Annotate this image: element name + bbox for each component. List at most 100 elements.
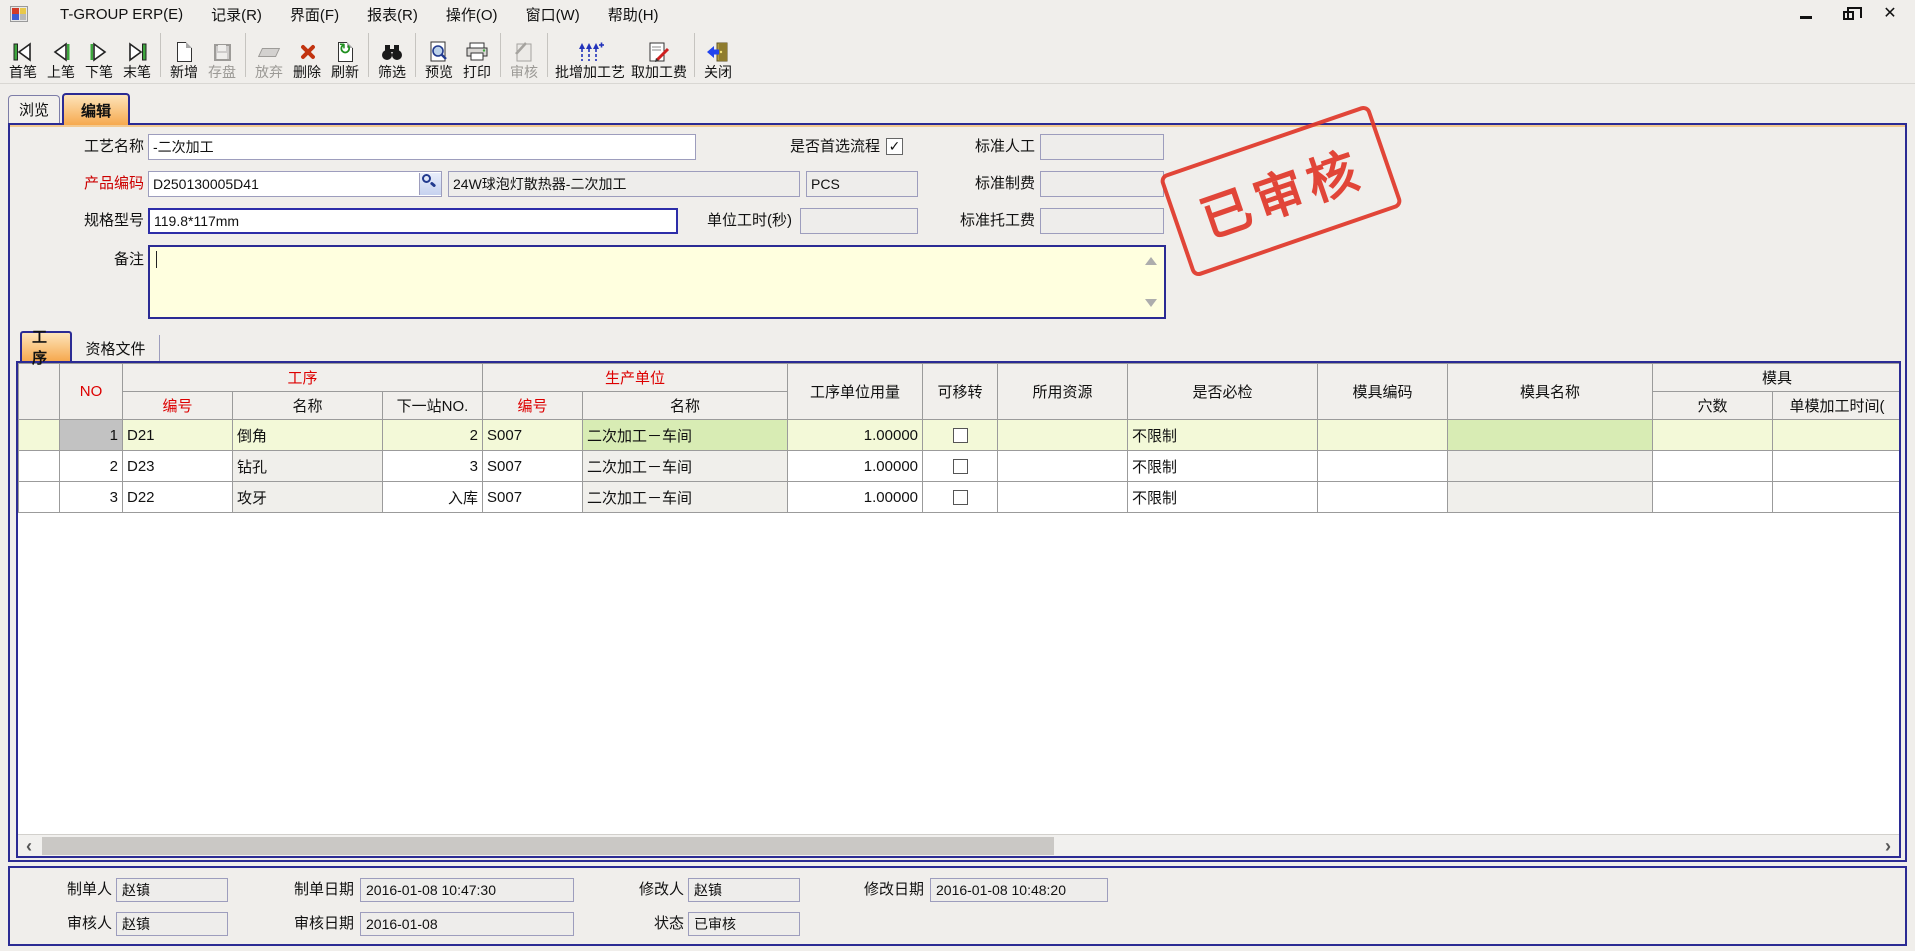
std-outsource-fee-label: 标准托工费 [928,208,1035,234]
horizontal-scrollbar[interactable]: ‹ › [18,834,1899,856]
audit-info-panel: 制单人 赵镇 制单日期 2016-01-08 10:47:30 修改人 赵镇 修… [8,866,1907,946]
audited-stamp: 已审核 [1158,104,1403,278]
toolbar-separator [245,33,246,77]
toolbar-close-button[interactable]: 关闭 [699,30,737,82]
spec-model-label: 规格型号 [50,208,144,234]
col-unit-name-header[interactable]: 名称 [583,392,788,420]
menu-bar: T-GROUP ERP(E) 记录(R) 界面(F) 报表(R) 操作(O) 窗… [0,0,1915,28]
delete-x-icon [298,40,316,64]
table-row[interactable]: 3 D22 攻牙 入库 S007 二次加工－车间 1.00000 不限制 [19,482,1902,513]
product-code-label: 产品编码 [50,171,144,197]
product-lookup-button[interactable] [419,173,441,195]
toolbar-next-button[interactable]: 下笔 [80,30,118,82]
toolbar-get-fee-button[interactable]: 取加工费 [628,30,690,82]
col-mold-time-header[interactable]: 单模加工时间( [1773,392,1901,420]
toolbar-audit-button[interactable]: 审核 [505,30,543,82]
col-code-header[interactable]: 编号 [123,392,233,420]
unit-field: PCS [806,171,918,197]
exit-door-icon [705,40,731,64]
toolbar-discard-button[interactable]: 放弃 [250,30,288,82]
menu-operation[interactable]: 操作(O) [432,1,512,28]
tab-process-steps[interactable]: 工序 [20,331,72,361]
tab-browse[interactable]: 浏览 [8,95,60,123]
refresh-icon: ↻ [338,40,353,64]
movable-checkbox[interactable] [953,459,968,474]
nav-first-icon [10,40,36,64]
col-next-header[interactable]: 下一站NO. [383,392,483,420]
col-cavity-header[interactable]: 穴数 [1653,392,1773,420]
col-must-check-header[interactable]: 是否必检 [1128,364,1318,420]
toolbar: 首笔 上笔 下笔 末笔 新增 存盘 放弃 删除 ↻ 刷新 筛选 预览 [0,28,1915,84]
tab-edit[interactable]: 编辑 [62,93,130,125]
toolbar-batch-add-process-button[interactable]: 批增加工艺 [552,30,628,82]
group-prod-unit-header: 生产单位 [483,364,788,392]
toolbar-separator [547,33,548,77]
col-usage-header[interactable]: 工序单位用量 [788,364,923,420]
toolbar-save-button[interactable]: 存盘 [203,30,241,82]
detail-tab-strip: 工序 资格文件 [10,328,1905,361]
binoculars-icon [379,40,405,64]
remark-textarea[interactable] [148,245,1166,319]
toolbar-prev-button[interactable]: 上笔 [42,30,80,82]
toolbar-delete-button[interactable]: 删除 [288,30,326,82]
toolbar-filter-button[interactable]: 筛选 [373,30,411,82]
process-grid-panel: NO 工序 生产单位 工序单位用量 可移转 所用资源 是否必检 模具编码 模具名… [16,361,1901,858]
preferred-flow-checkbox[interactable] [886,138,903,155]
group-mold-header: 模具 [1653,364,1901,392]
tab-qualification-files[interactable]: 资格文件 [72,335,160,361]
std-mfg-fee-label: 标准制费 [953,171,1035,197]
preview-icon [427,40,451,64]
row-selector-header [19,364,60,420]
audit-pen-icon [512,40,536,64]
menu-window[interactable]: 窗口(W) [512,1,594,28]
window-controls: ✕ [1795,2,1901,24]
menu-interface[interactable]: 界面(F) [276,1,353,28]
col-name-header[interactable]: 名称 [233,392,383,420]
remark-label: 备注 [98,247,144,273]
scrollbar-thumb[interactable] [42,837,1054,855]
scroll-left-icon[interactable]: ‹ [18,835,40,857]
table-row[interactable]: 2 D23 钻孔 3 S007 二次加工－车间 1.00000 不限制 [19,451,1902,482]
process-grid: NO 工序 生产单位 工序单位用量 可移转 所用资源 是否必检 模具编码 模具名… [18,363,1901,513]
toolbar-refresh-button[interactable]: ↻ 刷新 [326,30,364,82]
menu-record[interactable]: 记录(R) [197,1,276,28]
col-mold-code-header[interactable]: 模具编码 [1318,364,1448,420]
auditor-field: 赵镇 [116,912,228,936]
std-labor-field [1040,134,1164,160]
modifier-label: 修改人 [618,878,684,902]
col-no-header[interactable]: NO [60,364,123,420]
create-date-field: 2016-01-08 10:47:30 [360,878,574,902]
minimize-icon[interactable] [1795,4,1817,22]
restore-icon[interactable] [1837,4,1859,22]
menu-app[interactable]: T-GROUP ERP(E) [46,3,197,26]
std-outsource-fee-field [1040,208,1164,234]
toolbar-preview-button[interactable]: 预览 [420,30,458,82]
std-labor-label: 标准人工 [953,134,1035,160]
scroll-up-icon[interactable] [1145,257,1157,265]
scroll-right-icon[interactable]: › [1877,835,1899,857]
movable-checkbox[interactable] [953,490,968,505]
product-code-input[interactable] [148,171,442,197]
process-name-input[interactable] [148,134,696,160]
toolbar-last-button[interactable]: 末笔 [118,30,156,82]
printer-icon [464,40,490,64]
scroll-down-icon[interactable] [1145,299,1157,307]
table-row[interactable]: 1 D21 倒角 2 S007 二次加工－车间 1.00000 不限制 [19,420,1902,451]
col-mold-name-header[interactable]: 模具名称 [1448,364,1653,420]
toolbar-print-button[interactable]: 打印 [458,30,496,82]
menu-help[interactable]: 帮助(H) [594,1,673,28]
batch-add-icon [575,40,605,64]
menu-report[interactable]: 报表(R) [353,1,432,28]
col-movable-header[interactable]: 可移转 [923,364,998,420]
col-resource-header[interactable]: 所用资源 [998,364,1128,420]
toolbar-new-button[interactable]: 新增 [165,30,203,82]
close-icon[interactable]: ✕ [1879,4,1901,22]
spec-model-input[interactable] [148,208,678,234]
movable-checkbox[interactable] [953,428,968,443]
toolbar-first-button[interactable]: 首笔 [4,30,42,82]
col-unit-code-header[interactable]: 编号 [483,392,583,420]
modify-date-field: 2016-01-08 10:48:20 [930,878,1108,902]
create-date-label: 制单日期 [250,878,354,902]
status-label: 状态 [624,912,684,936]
process-name-label: 工艺名称 [50,134,144,160]
